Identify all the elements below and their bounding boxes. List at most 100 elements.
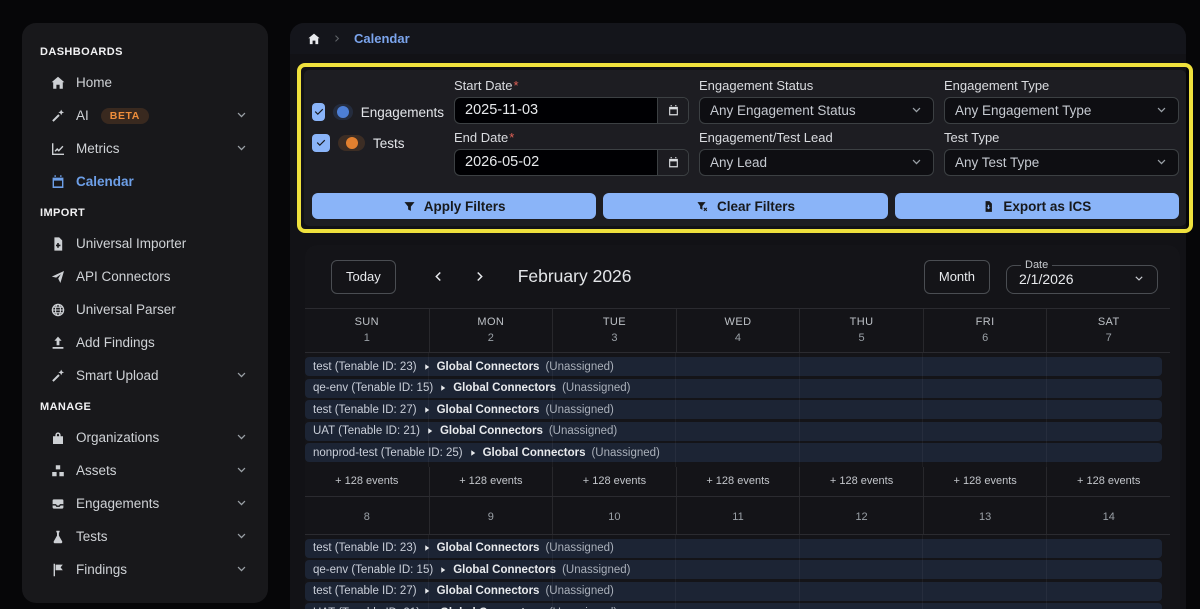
test-type-select[interactable]: Any Test Type (944, 149, 1179, 176)
more-events-link[interactable]: + 128 events (429, 467, 553, 496)
calendar-event[interactable]: qe-env (Tenable ID: 15) Global Connector… (305, 379, 1162, 398)
more-events-link[interactable]: + 128 events (305, 467, 429, 496)
upload-icon (50, 335, 66, 351)
day-cell[interactable]: THU5 (799, 309, 923, 352)
engagement-status-label: Engagement Status (699, 78, 934, 93)
sidebar-item-findings[interactable]: Findings (34, 553, 256, 586)
engagement-color-dot (333, 104, 353, 120)
calendar-card: Today February 2026 Month Date 2/1/2026 … (305, 245, 1180, 609)
previous-month-icon[interactable] (430, 269, 445, 284)
sidebar-item-add-findings[interactable]: Add Findings (34, 326, 256, 359)
calendar-icon (50, 174, 66, 190)
day-cell[interactable]: 10 (552, 497, 676, 534)
sidebar-item-smart-upload[interactable]: Smart Upload (34, 359, 256, 392)
calendar-event[interactable]: UAT (Tenable ID: 21) Global Connectors (… (305, 603, 1162, 609)
day-cell[interactable]: 9 (429, 497, 553, 534)
day-cell[interactable]: 13 (923, 497, 1047, 534)
chevron-down-icon (235, 369, 248, 382)
sidebar-item-universal-importer[interactable]: Universal Importer (34, 227, 256, 260)
day-cell[interactable]: WED4 (676, 309, 800, 352)
calendar-icon (667, 104, 680, 117)
tests-toggle-row: Tests (312, 131, 444, 155)
caret-right-icon (423, 587, 431, 595)
engagement-lead-select[interactable]: Any Lead (699, 149, 934, 176)
sidebar-item-engagements[interactable]: Engagements (34, 487, 256, 520)
sidebar-item-tests[interactable]: Tests (34, 520, 256, 553)
start-date-input[interactable]: 2025-11-03 (454, 97, 689, 124)
end-date-calendar-button[interactable] (657, 150, 688, 175)
wand-icon (50, 368, 66, 384)
calendar-event[interactable]: test (Tenable ID: 27) Global Connectors … (305, 582, 1162, 601)
week2-header: 8 9 10 11 12 13 14 (305, 497, 1170, 535)
more-events-link[interactable]: + 128 events (552, 467, 676, 496)
today-button[interactable]: Today (331, 260, 396, 294)
caret-right-icon (423, 363, 431, 371)
day-cell[interactable]: 14 (1046, 497, 1170, 534)
engagements-checkbox[interactable] (312, 103, 325, 121)
sidebar-heading-manage: MANAGE (34, 392, 256, 421)
sidebar-item-calendar[interactable]: Calendar (34, 165, 256, 198)
chevron-down-icon (235, 109, 248, 122)
engagement-status-select[interactable]: Any Engagement Status (699, 97, 934, 124)
chevron-down-icon (235, 142, 248, 155)
type-fields-column: Engagement Type Any Engagement Type Test… (944, 77, 1179, 189)
sidebar-item-label: AI (76, 108, 89, 123)
sidebar-item-api-connectors[interactable]: API Connectors (34, 260, 256, 293)
calendar-event[interactable]: test (Tenable ID: 23) Global Connectors … (305, 357, 1162, 376)
month-view-button[interactable]: Month (924, 260, 990, 294)
apply-filters-button[interactable]: Apply Filters (312, 193, 596, 219)
day-cell[interactable]: FRI6 (923, 309, 1047, 352)
day-cell[interactable]: 12 (799, 497, 923, 534)
engagement-type-select[interactable]: Any Engagement Type (944, 97, 1179, 124)
calendar-event[interactable]: qe-env (Tenable ID: 15) Global Connector… (305, 560, 1162, 579)
chevron-down-icon (1133, 273, 1145, 285)
day-cell[interactable]: MON2 (429, 309, 553, 352)
sidebar-item-metrics[interactable]: Metrics (34, 132, 256, 165)
sidebar-item-organizations[interactable]: Organizations (34, 421, 256, 454)
next-month-icon[interactable] (473, 269, 488, 284)
sidebar-item-home[interactable]: Home (34, 66, 256, 99)
chevron-down-icon (910, 104, 923, 117)
export-ics-label: Export as ICS (1003, 199, 1091, 214)
sidebar-item-assets[interactable]: Assets (34, 454, 256, 487)
sidebar-item-label: Home (76, 75, 112, 90)
caret-right-icon (423, 544, 431, 552)
calendar-event[interactable]: UAT (Tenable ID: 21) Global Connectors (… (305, 422, 1162, 441)
clear-filters-button[interactable]: Clear Filters (603, 193, 887, 219)
more-events-link[interactable]: + 128 events (923, 467, 1047, 496)
start-date-calendar-button[interactable] (657, 98, 688, 123)
caret-right-icon (426, 427, 434, 435)
calendar-event[interactable]: test (Tenable ID: 27) Global Connectors … (305, 400, 1162, 419)
sidebar-item-ai[interactable]: AI BETA (34, 99, 256, 132)
more-events-link[interactable]: + 128 events (799, 467, 923, 496)
breadcrumb-current[interactable]: Calendar (354, 31, 410, 46)
sidebar-item-label: Assets (76, 463, 117, 478)
day-cell[interactable]: SUN1 (305, 309, 429, 352)
end-date-input[interactable]: 2026-05-02 (454, 149, 689, 176)
test-tube-icon (50, 529, 66, 545)
export-ics-button[interactable]: Export as ICS (895, 193, 1179, 219)
day-cell[interactable]: 11 (676, 497, 800, 534)
day-cell[interactable]: TUE3 (552, 309, 676, 352)
engagement-type-value: Any Engagement Type (955, 103, 1091, 118)
date-picker[interactable]: Date 2/1/2026 (1006, 259, 1158, 294)
app-window: DASHBOARDS Home AI BETA Metrics Calendar… (0, 0, 1200, 609)
calendar-event[interactable]: test (Tenable ID: 23) Global Connectors … (305, 539, 1162, 558)
sidebar: DASHBOARDS Home AI BETA Metrics Calendar… (22, 23, 268, 603)
more-events-link[interactable]: + 128 events (1046, 467, 1170, 496)
engagements-toggle-row: Engagements (312, 100, 444, 124)
more-events-link[interactable]: + 128 events (676, 467, 800, 496)
calendar-event[interactable]: nonprod-test (Tenable ID: 25) Global Con… (305, 443, 1162, 462)
week2-events: test (Tenable ID: 23) Global Connectors … (305, 535, 1170, 609)
caret-right-icon (423, 406, 431, 414)
day-cell[interactable]: 8 (305, 497, 429, 534)
chevron-down-icon (235, 464, 248, 477)
sidebar-item-label: Engagements (76, 496, 159, 511)
sidebar-item-universal-parser[interactable]: Universal Parser (34, 293, 256, 326)
send-icon (50, 269, 66, 285)
tests-checkbox[interactable] (312, 134, 330, 152)
sidebar-heading-import: IMPORT (34, 198, 256, 227)
day-cell[interactable]: SAT7 (1046, 309, 1170, 352)
home-icon[interactable] (307, 32, 321, 46)
chevron-down-icon (1155, 104, 1168, 117)
